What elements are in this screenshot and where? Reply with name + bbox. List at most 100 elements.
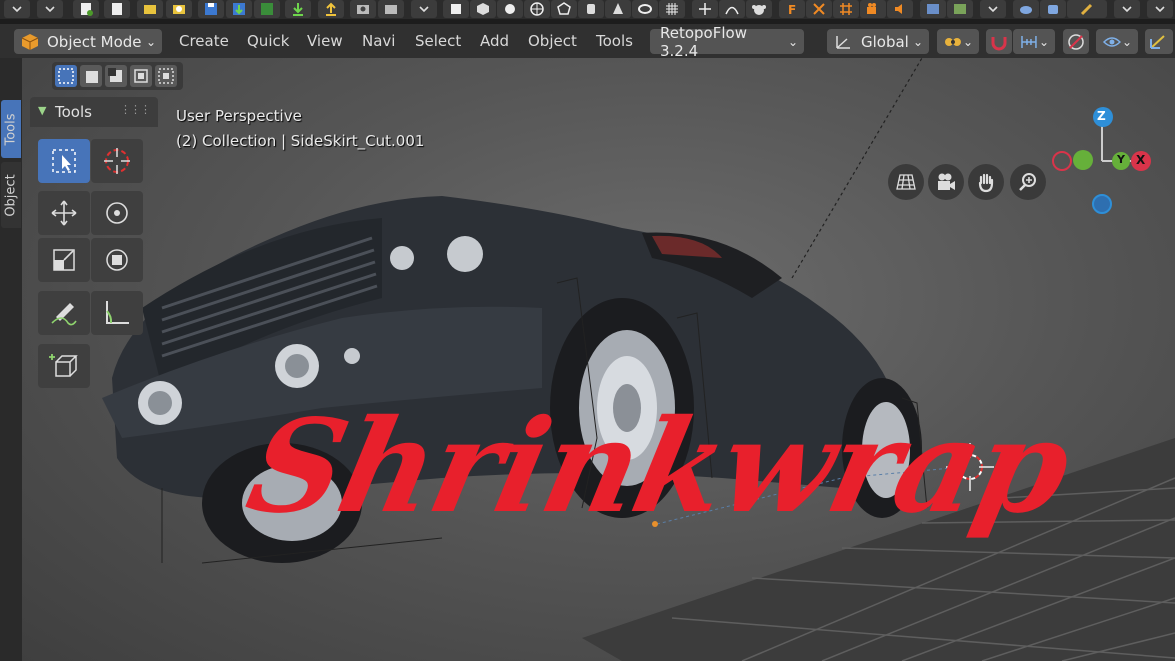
orientation-axes-icon: [836, 35, 850, 49]
menu-view[interactable]: View: [307, 30, 343, 52]
dropdown-chevron-icon[interactable]: [37, 0, 63, 18]
rotate-tool[interactable]: [91, 191, 143, 235]
pivot-point-dropdown[interactable]: ⌄: [937, 29, 979, 54]
menu-tools[interactable]: Tools: [596, 30, 633, 52]
select-box-icon: [52, 149, 76, 173]
add-cylinder-icon[interactable]: [578, 0, 604, 18]
export-icon[interactable]: [318, 0, 344, 18]
snap-target-dropdown[interactable]: ⌄: [1013, 29, 1055, 54]
selectability-eye-icon: [1102, 36, 1122, 47]
cursor-crosshair-icon: [104, 148, 130, 174]
add-curve-icon[interactable]: [719, 0, 745, 18]
add-empty-icon[interactable]: [692, 0, 718, 18]
annotate-tool[interactable]: [38, 291, 90, 335]
scale-tool[interactable]: [38, 238, 90, 282]
add-camera-icon[interactable]: [860, 0, 886, 18]
object-mode-cube-icon: [21, 33, 39, 50]
tab-object-label: Object: [3, 173, 19, 217]
dropdown-chevron-icon[interactable]: [1114, 0, 1140, 18]
dropdown-chevron-icon[interactable]: [411, 0, 437, 18]
3d-viewport[interactable]: User Perspective (2) Collection | SideSk…: [22, 58, 1175, 661]
menu-create[interactable]: Create: [179, 30, 229, 52]
select-box-tool[interactable]: [38, 139, 90, 183]
menu-quick[interactable]: Quick: [247, 30, 289, 52]
top-icon-toolbar: F: [0, 0, 1175, 19]
brush-tool-icon[interactable]: [1067, 0, 1107, 18]
gizmo-toggle[interactable]: [1145, 29, 1173, 54]
material-slot-icon[interactable]: [1040, 0, 1066, 18]
chevron-down-icon: ⌄: [1121, 34, 1132, 49]
transform-tool[interactable]: [91, 238, 143, 282]
measure-tool[interactable]: [91, 291, 143, 335]
tab-tools[interactable]: Tools: [1, 100, 21, 158]
save-copy-icon[interactable]: [254, 0, 280, 18]
proportional-edit-toggle[interactable]: [1063, 29, 1089, 54]
new-file-icon[interactable]: [73, 0, 99, 18]
sidebar-tabs: Tools Object: [0, 58, 22, 661]
image-editor-icon[interactable]: [920, 0, 946, 18]
camera-view-button[interactable]: [928, 164, 964, 200]
open-folder-icon[interactable]: [137, 0, 163, 18]
add-cube-icon[interactable]: [470, 0, 496, 18]
tab-object[interactable]: Object: [1, 162, 21, 228]
object-mode-dropdown[interactable]: Object Mode ⌄: [14, 29, 162, 54]
view-name: User Perspective: [176, 107, 302, 125]
hand-icon: [978, 173, 994, 193]
retopoflow-dropdown[interactable]: RetopoFlow 3.2.4 ⌄: [650, 24, 804, 60]
tools-panel-title: Tools: [55, 103, 92, 121]
chevron-down-icon: ⌄: [962, 34, 973, 49]
snap-toggle[interactable]: [986, 29, 1012, 54]
transform-orientation-dropdown[interactable]: Global ⌄: [827, 29, 929, 54]
select-extend-button[interactable]: [80, 65, 102, 87]
z-axis-label: Z: [1097, 109, 1106, 123]
add-armature-icon[interactable]: [806, 0, 832, 18]
render-animation-icon[interactable]: [378, 0, 404, 18]
add-ico-sphere-icon[interactable]: [551, 0, 577, 18]
add-torus-icon[interactable]: [632, 0, 658, 18]
cursor-tool[interactable]: [91, 139, 143, 183]
select-intersect-button[interactable]: [155, 65, 177, 87]
toggle-perspective-button[interactable]: [888, 164, 924, 200]
pencil-icon: [51, 303, 77, 326]
render-image-icon[interactable]: [350, 0, 376, 18]
retopoflow-label: RetopoFlow 3.2.4: [660, 23, 747, 60]
add-plane-icon[interactable]: [443, 0, 469, 18]
add-text-icon[interactable]: F: [779, 0, 805, 18]
image-view-icon[interactable]: [947, 0, 973, 18]
dropdown-chevron-icon[interactable]: [980, 0, 1006, 18]
tab-tools-label: Tools: [3, 112, 19, 146]
save-icon[interactable]: [198, 0, 224, 18]
add-uv-sphere-icon[interactable]: [524, 0, 550, 18]
pan-view-button[interactable]: [968, 164, 1004, 200]
menu-select[interactable]: Select: [415, 30, 461, 52]
document-icon[interactable]: [104, 0, 130, 18]
ruler-icon: [106, 301, 129, 324]
recent-files-icon[interactable]: [166, 0, 192, 18]
move-tool[interactable]: [38, 191, 90, 235]
tools-panel-header[interactable]: ▼ Tools ⋮⋮⋮: [30, 97, 158, 127]
select-invert-button[interactable]: [130, 65, 152, 87]
import-icon[interactable]: [285, 0, 311, 18]
menu-navi[interactable]: Navi: [362, 30, 395, 52]
material-ball-icon[interactable]: [1013, 0, 1039, 18]
dropdown-chevron-icon[interactable]: [1147, 0, 1173, 18]
add-cone-icon[interactable]: [605, 0, 631, 18]
select-new-button[interactable]: [55, 65, 77, 87]
add-monkey-icon[interactable]: [746, 0, 772, 18]
menu-object[interactable]: Object: [528, 30, 577, 52]
add-circle-icon[interactable]: [497, 0, 523, 18]
zoom-view-button[interactable]: [1010, 164, 1046, 200]
dropdown-chevron-icon[interactable]: [4, 0, 30, 18]
transform-orientation-label: Global: [861, 32, 909, 51]
add-cube-tool[interactable]: [38, 344, 90, 388]
add-grid-icon[interactable]: [659, 0, 685, 18]
selectability-dropdown[interactable]: ⌄: [1096, 29, 1138, 54]
proportional-edit-icon: [1068, 33, 1084, 50]
add-speaker-icon[interactable]: [887, 0, 913, 18]
menu-add[interactable]: Add: [480, 30, 509, 52]
navigation-gizmo[interactable]: Z Y X: [1052, 106, 1152, 221]
select-subtract-button[interactable]: [105, 65, 127, 87]
save-as-icon[interactable]: [226, 0, 252, 18]
add-lattice-icon[interactable]: [833, 0, 859, 18]
drag-handle-icon[interactable]: ⋮⋮⋮: [120, 103, 151, 116]
